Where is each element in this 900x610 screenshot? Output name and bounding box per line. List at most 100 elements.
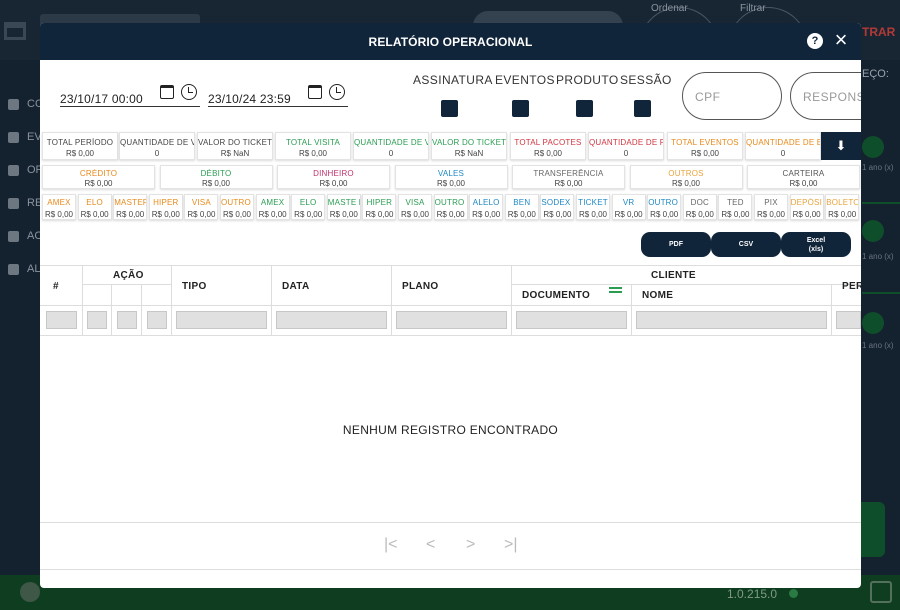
clock-icon[interactable] bbox=[329, 84, 345, 100]
brand-label: OUTRO S bbox=[434, 198, 467, 207]
background-tag: 1 ano (x) bbox=[862, 163, 894, 172]
total-card: TOTAL PERÍODO R$ 0,00 bbox=[42, 132, 118, 160]
sidebar-item-1[interactable]: CO bbox=[8, 98, 44, 110]
filter-input-per[interactable] bbox=[836, 311, 861, 329]
brand-label: TICKET bbox=[578, 198, 608, 207]
pdf-button[interactable]: PDF bbox=[641, 232, 711, 257]
first-page-icon[interactable]: |< bbox=[384, 536, 398, 554]
brand-card: OUTRO S R$ 0,00 bbox=[433, 194, 468, 220]
end-date-field[interactable]: 23/10/24 23:59 bbox=[208, 83, 348, 107]
filter-input-documento[interactable] bbox=[516, 311, 627, 329]
col-header-cliente: CLIENTE bbox=[651, 270, 696, 281]
total-label: TOTAL PACOTES bbox=[514, 138, 582, 147]
brand-value: R$ 0,00 bbox=[614, 210, 643, 219]
filter-input-nome[interactable] bbox=[636, 311, 827, 329]
avatar[interactable] bbox=[20, 582, 40, 602]
brand-value: R$ 0,00 bbox=[400, 210, 430, 219]
end-date-value: 23/10/24 23:59 bbox=[208, 92, 291, 106]
brand-card: ELO R$ 0,00 bbox=[77, 194, 112, 220]
total-value: R$ 0,00 bbox=[298, 149, 328, 158]
payment-type-label: TRANSFERÊNCIA bbox=[533, 169, 604, 178]
calendar-icon[interactable] bbox=[160, 85, 174, 99]
payment-type-card: CARTEIRA R$ 0,00 bbox=[747, 165, 860, 189]
last-page-icon[interactable]: >| bbox=[504, 536, 518, 554]
sidebar-item-3[interactable]: OF bbox=[8, 164, 42, 176]
filter-input-acao[interactable] bbox=[147, 311, 167, 329]
total-card: VALOR DO TICKET MÉDIO GERAL R$ NaN bbox=[197, 132, 273, 160]
brand-label: BEN bbox=[513, 198, 531, 207]
total-value: R$ 0,00 bbox=[533, 149, 563, 158]
excel-button[interactable]: Excel (xls) bbox=[781, 232, 851, 257]
background-green-button[interactable] bbox=[862, 136, 884, 158]
modal-header: RELATÓRIO OPERACIONAL ? × bbox=[40, 23, 861, 60]
sessao-checkbox[interactable] bbox=[634, 100, 651, 117]
close-icon[interactable]: × bbox=[832, 29, 850, 51]
brand-label: ELO bbox=[299, 198, 317, 207]
assinatura-checkbox[interactable] bbox=[441, 100, 458, 117]
background-header-link[interactable]: TRAR bbox=[862, 25, 895, 39]
total-label: TOTAL EVENTOS bbox=[671, 138, 739, 147]
total-value: R$ 0,00 bbox=[65, 149, 95, 158]
report-icon bbox=[8, 197, 19, 209]
next-page-icon[interactable]: > bbox=[466, 536, 475, 554]
clock-icon[interactable] bbox=[181, 84, 197, 100]
sidebar-item-6[interactable]: AL bbox=[8, 263, 40, 275]
calendar-icon[interactable] bbox=[308, 85, 322, 99]
brand-card: ELO R$ 0,00 bbox=[291, 194, 326, 220]
help-icon[interactable]: ? bbox=[807, 33, 823, 49]
background-divider bbox=[862, 202, 900, 204]
payment-type-label: CARTEIRA bbox=[782, 169, 825, 178]
col-header-plano[interactable]: PLANO bbox=[402, 281, 439, 292]
status-dot bbox=[789, 589, 798, 598]
responsavel-input[interactable]: RESPONSA... bbox=[790, 72, 861, 120]
brand-card: TICKET R$ 0,00 bbox=[576, 194, 610, 220]
brand-value: R$ 0,00 bbox=[365, 210, 394, 219]
total-value: 0 bbox=[388, 149, 394, 158]
sidebar-item-5[interactable]: AC bbox=[8, 230, 42, 242]
cpf-input[interactable]: CPF bbox=[682, 72, 782, 120]
eventos-checkbox[interactable] bbox=[512, 100, 529, 117]
total-label: QUANTIDADE DE EVENTOS bbox=[746, 138, 820, 147]
col-header-per[interactable]: PER bbox=[842, 281, 861, 292]
exit-icon[interactable] bbox=[870, 581, 892, 603]
brand-label: OUTRO S bbox=[648, 198, 680, 207]
prev-page-icon[interactable]: < bbox=[426, 536, 435, 554]
sort-icon[interactable] bbox=[609, 287, 622, 293]
sidebar-item-4[interactable]: RE bbox=[8, 197, 42, 209]
filter-input-tipo[interactable] bbox=[176, 311, 267, 329]
filter-input-acao[interactable] bbox=[117, 311, 137, 329]
col-header-nome[interactable]: NOME bbox=[642, 290, 673, 301]
produto-checkbox[interactable] bbox=[576, 100, 593, 117]
brand-value: R$ 0,00 bbox=[650, 210, 679, 219]
download-icon[interactable]: ⬇ bbox=[821, 132, 861, 160]
filter-input-data[interactable] bbox=[276, 311, 387, 329]
store-icon bbox=[4, 22, 26, 40]
assinatura-label: ASSINATURA bbox=[413, 73, 493, 87]
brand-label: SODEX O bbox=[541, 198, 573, 207]
filter-input-index[interactable] bbox=[46, 311, 77, 329]
csv-button[interactable]: CSV bbox=[711, 232, 781, 257]
brand-value: R$ 0,00 bbox=[258, 210, 287, 219]
report-modal: RELATÓRIO OPERACIONAL ? × 23/10/17 00:00… bbox=[40, 23, 861, 588]
filter-input-plano[interactable] bbox=[396, 311, 507, 329]
col-header-data[interactable]: DATA bbox=[282, 281, 310, 292]
sidebar-item-2[interactable]: EV bbox=[8, 131, 42, 143]
brand-card: AMEX R$ 0,00 bbox=[42, 194, 76, 220]
brand-value: R$ 0,00 bbox=[436, 210, 465, 219]
background-green-button[interactable] bbox=[862, 312, 884, 334]
col-header-index[interactable]: # bbox=[53, 281, 59, 292]
col-header-tipo[interactable]: TIPO bbox=[182, 281, 207, 292]
table-divider bbox=[391, 266, 392, 336]
search-icon bbox=[8, 98, 19, 110]
start-date-field[interactable]: 23/10/17 00:00 bbox=[60, 83, 200, 107]
total-label: QUANTIDADE DE PACOTES bbox=[589, 138, 663, 147]
background-tag: 1 ano (x) bbox=[862, 252, 894, 261]
brand-value: R$ 0,00 bbox=[329, 210, 358, 219]
payment-type-label: CRÉDITO bbox=[79, 169, 118, 178]
filter-input-acao[interactable] bbox=[87, 311, 107, 329]
payment-type-value: R$ 0,00 bbox=[319, 179, 348, 188]
total-card: TOTAL EVENTOS R$ 0,00 bbox=[667, 132, 743, 160]
col-header-documento[interactable]: DOCUMENTO bbox=[522, 290, 590, 301]
background-green-button[interactable] bbox=[862, 220, 884, 242]
total-label: VALOR DO TICKET MÉDIO VISITA bbox=[432, 138, 506, 147]
